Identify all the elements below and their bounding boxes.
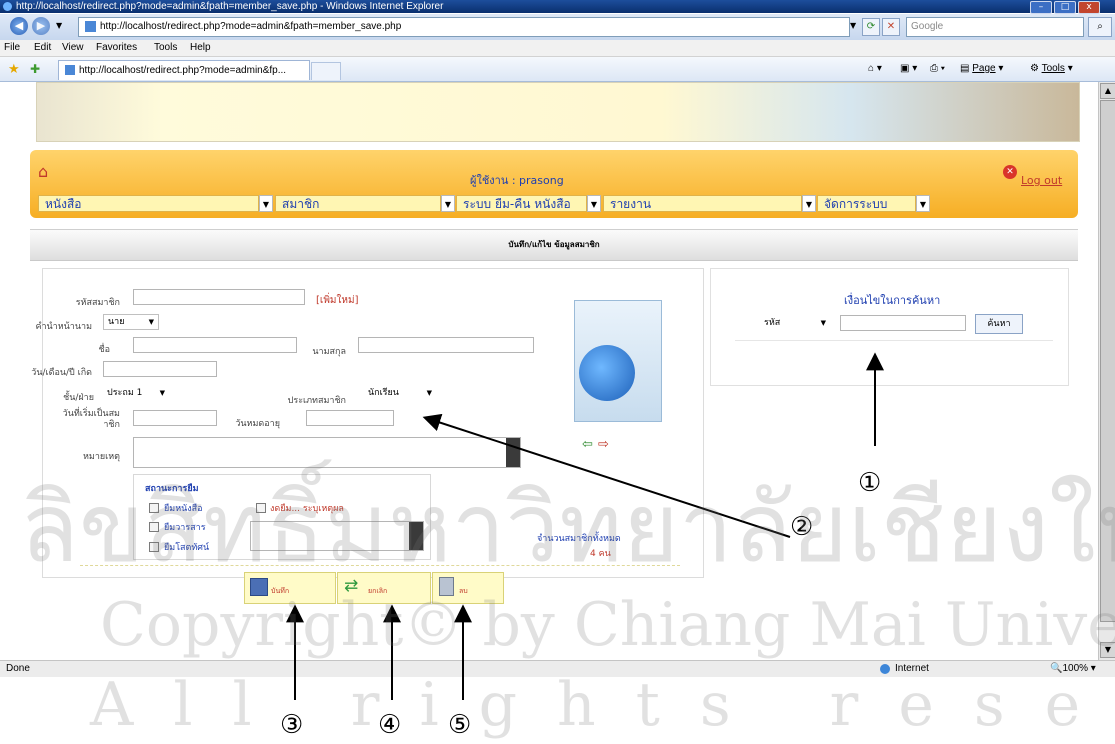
watermark-copyright: Copyright© by Chiang Mai University xyxy=(100,590,1115,660)
watermark-rights: All rights reserved xyxy=(90,670,1115,740)
watermark-thai: ลิขสิทธิ์มหาวิทยาลัยเชียงใหม่ xyxy=(20,472,1115,584)
